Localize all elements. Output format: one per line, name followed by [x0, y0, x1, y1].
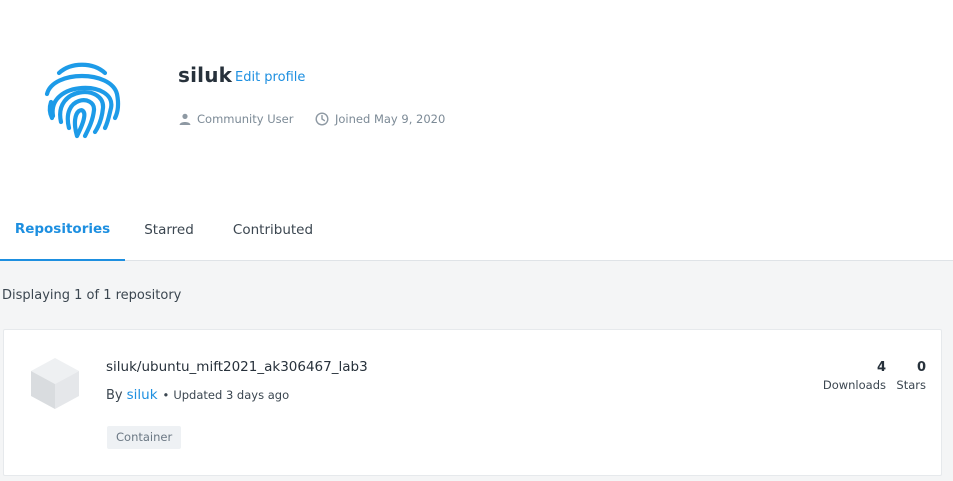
repository-listing: Displaying 1 of 1 repository siluk/ubunt… — [0, 261, 953, 481]
profile-role-label: Community User — [197, 112, 294, 126]
stars-stat: 0 Stars — [896, 360, 926, 392]
display-count: Displaying 1 of 1 repository — [2, 288, 182, 303]
downloads-count: 4 — [876, 360, 886, 375]
profile-joined-label: Joined May 9, 2020 — [335, 112, 446, 126]
repository-name[interactable]: siluk/ubuntu_mift2021_ak306467_lab3 — [106, 359, 368, 375]
repository-card[interactable]: siluk/ubuntu_mift2021_ak306467_lab3 By s… — [3, 329, 942, 476]
tab-repositories[interactable]: Repositories — [0, 199, 125, 261]
tab-contributed[interactable]: Contributed — [213, 199, 333, 260]
cube-icon — [29, 355, 81, 411]
stars-label: Stars — [896, 378, 926, 392]
downloads-stat: 4 Downloads — [823, 360, 886, 392]
stars-count: 0 — [916, 360, 926, 375]
profile-role: Community User — [179, 111, 293, 127]
type-badge: Container — [107, 426, 182, 449]
downloads-label: Downloads — [822, 378, 886, 392]
repository-byline: By siluk • Updated 3 days ago — [106, 387, 289, 403]
edit-profile-link[interactable]: Edit profile — [235, 70, 305, 85]
fingerprint-icon — [39, 56, 125, 142]
clock-icon — [315, 112, 329, 126]
separator-dot: • — [162, 388, 170, 402]
tab-starred[interactable]: Starred — [125, 199, 213, 260]
repository-updated: Updated 3 days ago — [173, 388, 290, 402]
profile-tabs: Repositories Starred Contributed — [0, 199, 953, 261]
profile-username: siluk — [178, 63, 233, 87]
user-icon — [179, 113, 191, 125]
repository-owner-link[interactable]: siluk — [127, 387, 158, 403]
profile-joined: Joined May 9, 2020 — [315, 111, 445, 127]
profile-page: siluk Edit profile Community User Joined… — [0, 0, 953, 481]
by-label: By — [106, 388, 123, 403]
